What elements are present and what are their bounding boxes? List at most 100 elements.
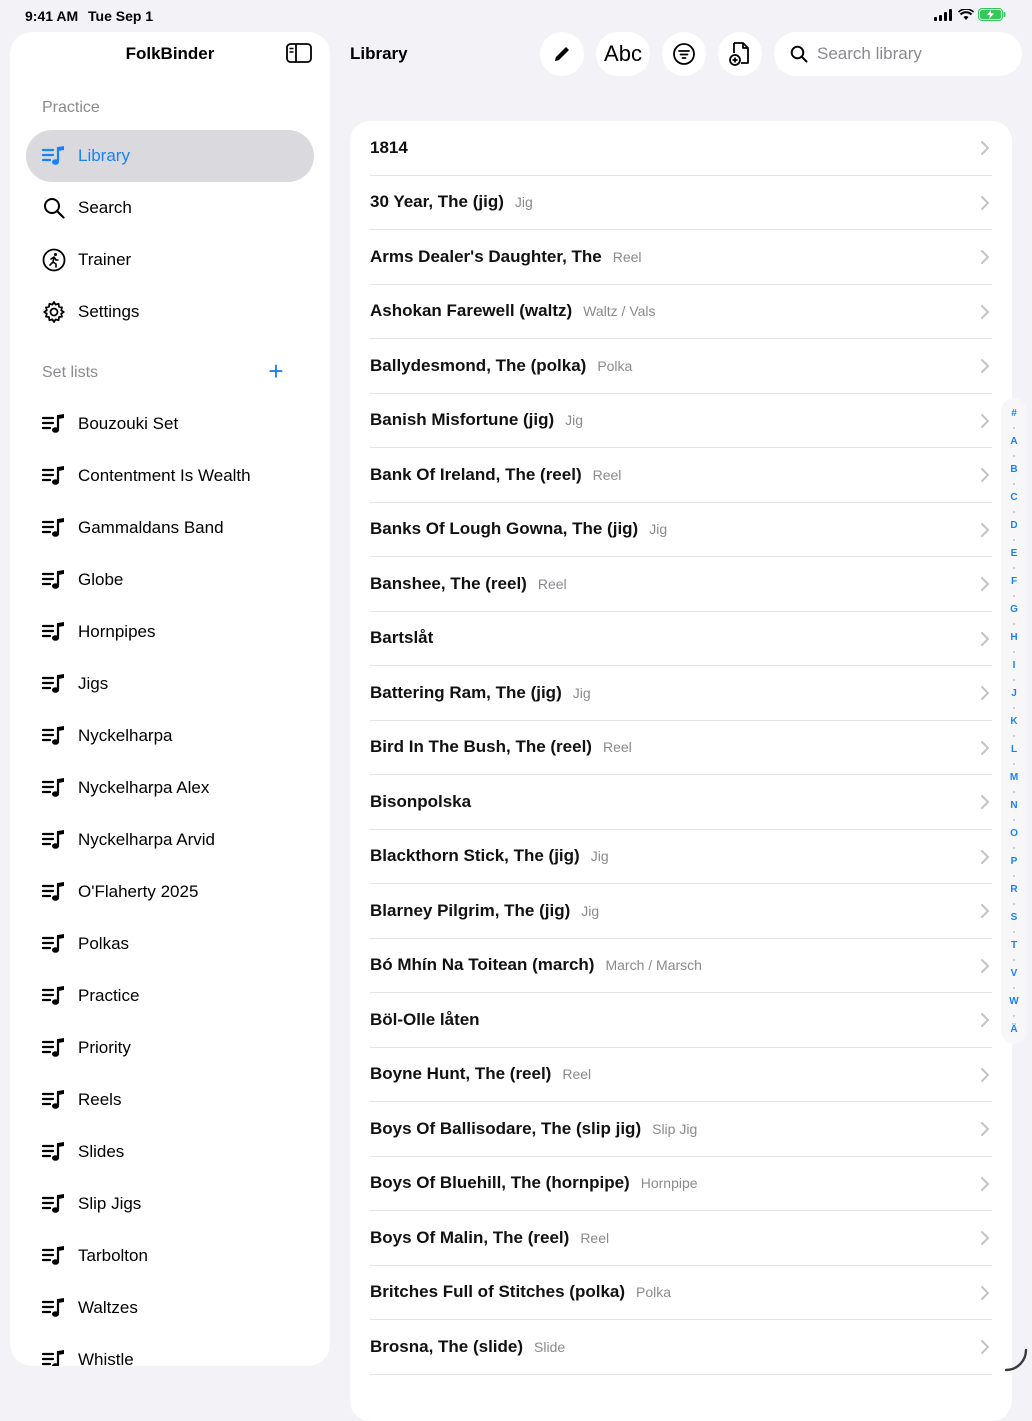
tune-row[interactable]: Banshee, The (reel)Reel — [370, 557, 992, 612]
sidebar-item-trainer[interactable]: Trainer — [26, 234, 314, 286]
index-letter[interactable]: P — [1001, 856, 1027, 868]
index-letter[interactable]: Ä — [1001, 1024, 1027, 1036]
tune-row[interactable]: Bird In The Bush, The (reel)Reel — [370, 721, 992, 776]
sidebar-setlist-item[interactable]: Slides — [26, 1126, 314, 1178]
index-letter[interactable]: # — [1001, 408, 1027, 420]
index-separator-dot — [1013, 791, 1015, 793]
tune-row[interactable]: Boys Of Bluehill, The (hornpipe)Hornpipe — [370, 1157, 992, 1212]
edit-button[interactable] — [540, 32, 584, 76]
index-separator-dot — [1013, 1015, 1015, 1017]
index-letter[interactable]: L — [1001, 744, 1027, 756]
sidebar-setlist-item[interactable]: Practice — [26, 970, 314, 1022]
index-letter[interactable]: N — [1001, 800, 1027, 812]
index-separator-dot — [1013, 903, 1015, 905]
search-bar[interactable] — [774, 32, 1022, 76]
sidebar-setlist-item[interactable]: Contentment Is Wealth — [26, 450, 314, 502]
index-letter[interactable]: R — [1001, 884, 1027, 896]
sidebar-setlist-item[interactable]: Polkas — [26, 918, 314, 970]
index-letter[interactable]: B — [1001, 464, 1027, 476]
tune-row[interactable]: Bartslåt — [370, 612, 992, 667]
tune-title: Ashokan Farewell (waltz) — [370, 301, 572, 321]
index-letter[interactable]: I — [1001, 660, 1027, 672]
index-letter[interactable]: V — [1001, 968, 1027, 980]
tune-type: Reel — [603, 739, 632, 755]
tune-title: Boys Of Bluehill, The (hornpipe) — [370, 1173, 630, 1193]
sidebar-setlist-item[interactable]: O'Flaherty 2025 — [26, 866, 314, 918]
sidebar-setlist-item[interactable]: Waltzes — [26, 1282, 314, 1334]
tune-row[interactable]: Boyne Hunt, The (reel)Reel — [370, 1048, 992, 1103]
index-letter[interactable]: O — [1001, 828, 1027, 840]
music-list-icon — [42, 1140, 66, 1164]
resize-handle-icon[interactable] — [1002, 1346, 1028, 1372]
sidebar-setlist-item[interactable]: Tarbolton — [26, 1230, 314, 1282]
index-letter[interactable]: A — [1001, 436, 1027, 448]
chevron-right-icon — [980, 140, 990, 156]
tune-row[interactable]: Blackthorn Stick, The (jig)Jig — [370, 830, 992, 885]
music-list-icon — [42, 568, 66, 592]
index-letter[interactable]: C — [1001, 492, 1027, 504]
index-letter[interactable]: W — [1001, 996, 1027, 1008]
tune-row[interactable]: Böl-Olle låten — [370, 993, 992, 1048]
index-letter[interactable]: S — [1001, 912, 1027, 924]
abc-button[interactable]: Abc — [596, 32, 650, 76]
index-letter[interactable]: M — [1001, 772, 1027, 784]
tune-row[interactable]: 30 Year, The (jig)Jig — [370, 176, 992, 231]
tune-row[interactable]: Arms Dealer's Daughter, TheReel — [370, 230, 992, 285]
tune-row[interactable]: Boys Of Malin, The (reel)Reel — [370, 1211, 992, 1266]
tune-title: Arms Dealer's Daughter, The — [370, 247, 602, 267]
index-letter[interactable]: E — [1001, 548, 1027, 560]
tune-type: Reel — [580, 1230, 609, 1246]
tune-type: Slide — [534, 1339, 565, 1355]
tune-row[interactable]: Boys Of Ballisodare, The (slip jig)Slip … — [370, 1102, 992, 1157]
tune-row[interactable]: Banish Misfortune (jig)Jig — [370, 394, 992, 449]
tune-row[interactable]: Bisonpolska — [370, 775, 992, 830]
sidebar-setlist-item[interactable]: Jigs — [26, 658, 314, 710]
sidebar-setlist-item[interactable]: Bouzouki Set — [26, 398, 314, 450]
tune-row[interactable]: Britches Full of Stitches (polka)Polka — [370, 1266, 992, 1321]
sidebar-setlist-item[interactable]: Whistle — [26, 1334, 314, 1366]
tune-row[interactable]: Blarney Pilgrim, The (jig)Jig — [370, 884, 992, 939]
sidebar-item-search[interactable]: Search — [26, 182, 314, 234]
setlist-label: Priority — [78, 1038, 131, 1058]
chevron-right-icon — [980, 249, 990, 265]
tune-row[interactable]: Banks Of Lough Gowna, The (jig)Jig — [370, 503, 992, 558]
tune-title: Ballydesmond, The (polka) — [370, 356, 586, 376]
sidebar-setlist-item[interactable]: Hornpipes — [26, 606, 314, 658]
index-letter[interactable]: F — [1001, 576, 1027, 588]
index-letter[interactable]: T — [1001, 940, 1027, 952]
tune-title: Battering Ram, The (jig) — [370, 683, 562, 703]
filter-button[interactable] — [662, 32, 706, 76]
tune-row[interactable]: Ashokan Farewell (waltz)Waltz / Vals — [370, 285, 992, 340]
new-document-button[interactable] — [718, 32, 762, 76]
sidebar-setlist-item[interactable]: Priority — [26, 1022, 314, 1074]
index-letter[interactable]: J — [1001, 688, 1027, 700]
sidebar-toggle-icon[interactable] — [286, 42, 312, 64]
tune-row[interactable]: Bó Mhín Na Toitean (march)March / Marsch — [370, 939, 992, 994]
sidebar-setlist-item[interactable]: Nyckelharpa — [26, 710, 314, 762]
index-letter[interactable]: H — [1001, 632, 1027, 644]
sidebar-setlist-item[interactable]: Globe — [26, 554, 314, 606]
chevron-right-icon — [980, 576, 990, 592]
sidebar-setlist-item[interactable]: Nyckelharpa Alex — [26, 762, 314, 814]
index-letter[interactable]: D — [1001, 520, 1027, 532]
tune-row[interactable]: 1814 — [370, 121, 992, 176]
sidebar-setlist-item[interactable]: Reels — [26, 1074, 314, 1126]
sidebar-setlist-item[interactable]: Slip Jigs — [26, 1178, 314, 1230]
sidebar-setlist-item[interactable]: Gammaldans Band — [26, 502, 314, 554]
search-input[interactable] — [817, 44, 997, 64]
tune-row[interactable]: Ballydesmond, The (polka)Polka — [370, 339, 992, 394]
setlist-label: Jigs — [78, 674, 108, 694]
alphabet-index[interactable]: # A B C D E F G H I J K L M N O P R S T V W Ä — [1001, 398, 1027, 1044]
index-letter[interactable]: K — [1001, 716, 1027, 728]
status-time: 9:41 AM — [25, 8, 78, 24]
tune-row[interactable]: Bank Of Ireland, The (reel)Reel — [370, 448, 992, 503]
sidebar-item-settings[interactable]: Settings — [26, 286, 314, 338]
index-letter[interactable]: G — [1001, 604, 1027, 616]
sidebar-item-library[interactable]: Library — [26, 130, 314, 182]
index-separator-dot — [1013, 483, 1015, 485]
sidebar-setlist-item[interactable]: Nyckelharpa Arvid — [26, 814, 314, 866]
tune-row[interactable]: Battering Ram, The (jig)Jig — [370, 666, 992, 721]
chevron-right-icon — [980, 1121, 990, 1137]
tune-row[interactable]: Brosna, The (slide)Slide — [370, 1320, 992, 1375]
add-setlist-button[interactable]: + — [264, 360, 288, 384]
